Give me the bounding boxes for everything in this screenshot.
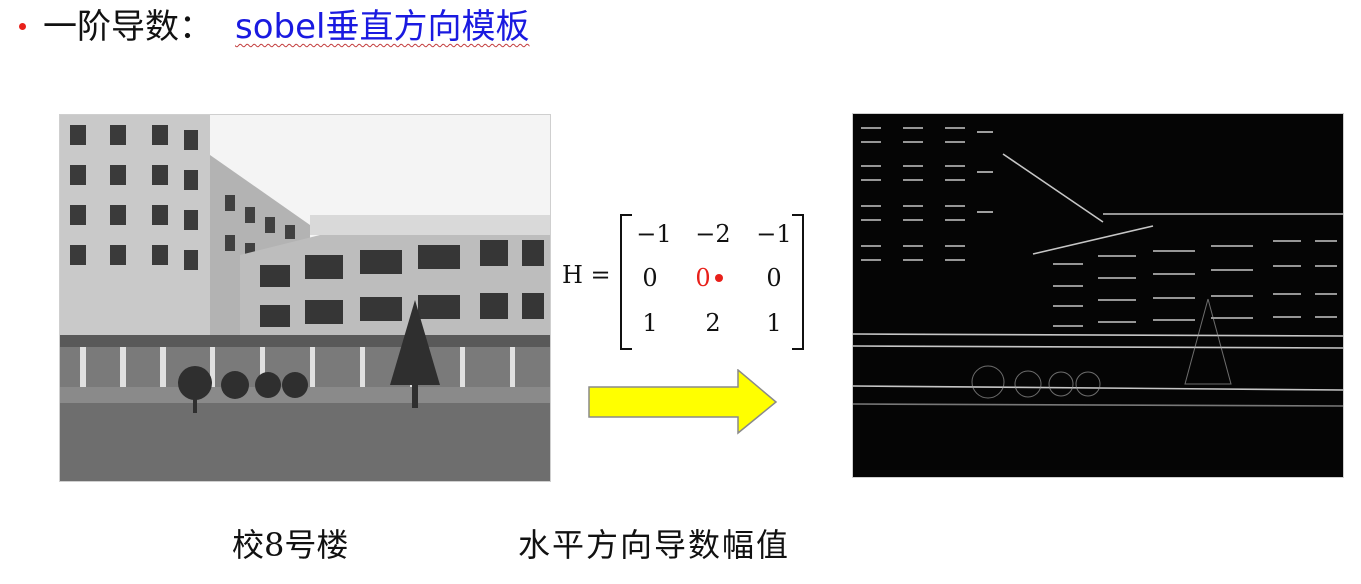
right-arrow-icon — [588, 369, 778, 435]
matrix-label: H = — [562, 261, 611, 289]
right-image-caption: 水平方向导数幅值 — [518, 526, 791, 564]
center-marker-dot — [715, 274, 723, 282]
heading-link[interactable]: sobel垂直方向模板 — [235, 7, 529, 47]
gradient-magnitude-image — [852, 113, 1344, 478]
matrix-cell: 1 — [642, 309, 658, 337]
matrix-cell: 2 — [705, 309, 721, 337]
matrix-cell: −1 — [636, 220, 672, 248]
bullet-dot — [19, 23, 26, 30]
building-illustration — [60, 115, 550, 481]
left-image-caption: 校8号楼 — [232, 526, 349, 564]
sobel-kernel-matrix: H = −1 −2 −1 0 0 0 1 2 1 — [558, 206, 813, 351]
matrix-cell: −2 — [695, 220, 731, 248]
heading-text: 一阶导数： — [43, 7, 213, 47]
edge-map-illustration — [853, 114, 1343, 477]
matrix-cell: 1 — [766, 309, 782, 337]
original-building-photo — [59, 114, 551, 482]
matrix-center-cell: 0 — [695, 264, 711, 292]
matrix-cell: 0 — [766, 264, 782, 292]
matrix-cell: −1 — [756, 220, 792, 248]
slide-heading: 一阶导数： sobel垂直方向模板 — [43, 0, 529, 54]
matrix-cell: 0 — [642, 264, 658, 292]
